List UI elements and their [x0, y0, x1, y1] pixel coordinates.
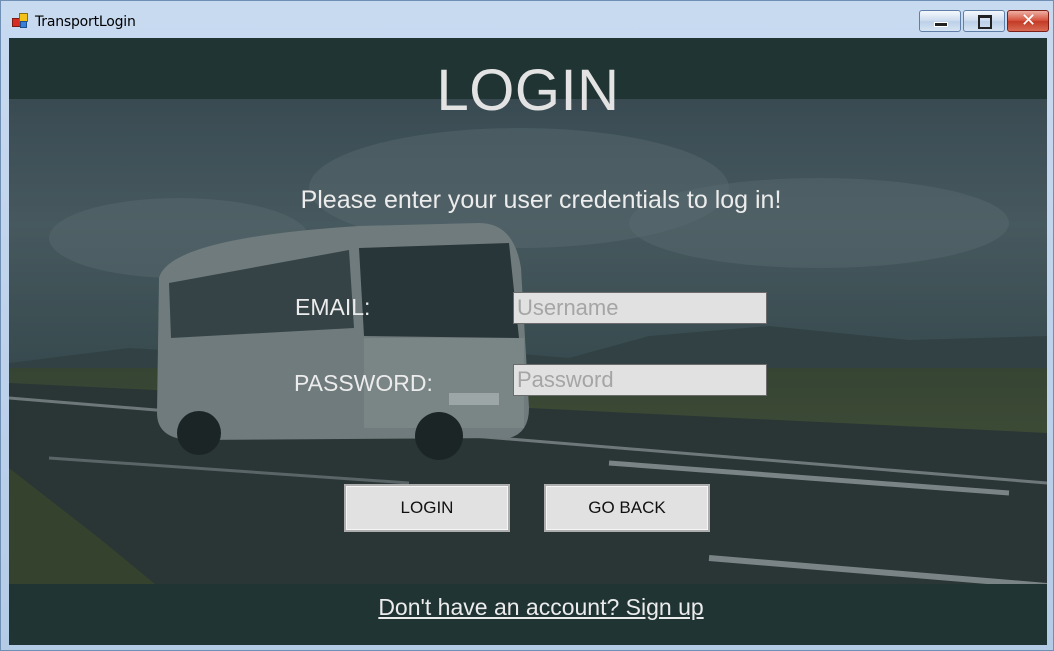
app-window-icon — [12, 13, 28, 28]
close-button[interactable]: ✕ — [1007, 10, 1049, 32]
login-form-panel: LOGIN Please enter your user credentials… — [9, 38, 1047, 645]
instructions-text: Please enter your user credentials to lo… — [300, 186, 782, 214]
minimize-icon — [934, 22, 948, 27]
app-window: TransportLogin ✕ LOGIN Please enter your… — [0, 0, 1054, 651]
go-back-button[interactable]: GO BACK — [544, 484, 710, 532]
signup-link[interactable]: Don't have an account? Sign up — [9, 594, 1047, 621]
maximize-icon — [978, 15, 992, 29]
login-button[interactable]: LOGIN — [344, 484, 510, 532]
username-input[interactable] — [513, 292, 767, 324]
page-title: LOGIN — [436, 58, 620, 123]
minimize-button[interactable] — [919, 10, 961, 32]
title-bar[interactable]: TransportLogin ✕ — [1, 1, 1053, 38]
password-input[interactable] — [513, 364, 767, 396]
close-icon: ✕ — [1021, 10, 1037, 31]
window-title: TransportLogin — [35, 14, 136, 30]
email-label: EMAIL: — [295, 294, 371, 320]
password-label: PASSWORD: — [294, 370, 433, 396]
maximize-button[interactable] — [963, 10, 1005, 32]
